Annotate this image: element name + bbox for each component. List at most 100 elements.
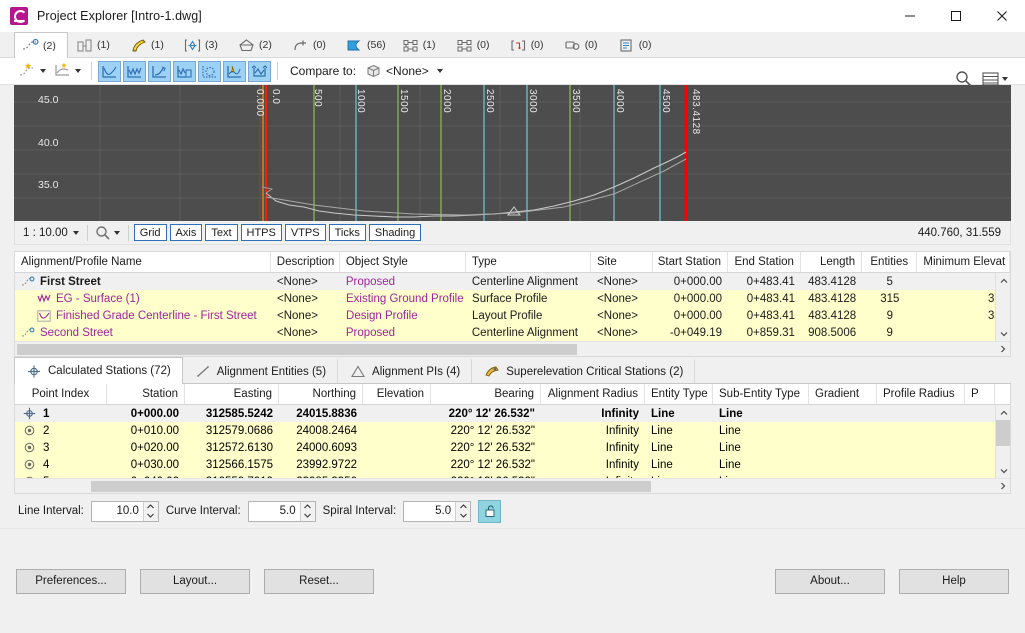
create-alignment-caret-icon[interactable] — [40, 69, 46, 73]
col-northing[interactable]: Northing — [279, 384, 363, 404]
col-description[interactable]: Description — [271, 252, 340, 272]
line-interval-up-icon[interactable] — [144, 502, 158, 512]
chip-vtps[interactable]: VTPS — [284, 224, 326, 241]
chip-htps[interactable]: HTPS — [240, 224, 282, 241]
zoom-caret-icon[interactable] — [113, 230, 120, 235]
col-station[interactable]: Station — [107, 384, 185, 404]
col-alignment-radius[interactable]: Alignment Radius — [541, 384, 645, 404]
col-sub-entity-type[interactable]: Sub-Entity Type — [713, 384, 809, 404]
curve-interval-stepper[interactable] — [299, 501, 315, 521]
alignment-grid-hscrollbar[interactable] — [15, 341, 1010, 356]
hscroll-thumb[interactable] — [91, 480, 651, 492]
table-row[interactable]: First Street <None> Proposed Centerline … — [15, 273, 1010, 290]
tab-feature-lines[interactable]: (0) — [284, 32, 338, 57]
scale-caret-icon[interactable] — [72, 230, 79, 235]
col-bearing[interactable]: Bearing — [431, 384, 541, 404]
hscroll-right-icon[interactable] — [995, 341, 1010, 356]
alignment-grid-vscrollbar[interactable] — [995, 273, 1010, 341]
maximize-button[interactable] — [933, 0, 979, 32]
col-alignment-profile-name[interactable]: Alignment/Profile Name — [15, 252, 271, 272]
table-row[interactable]: 4 0+030.00 312566.1575 23992.9722 220° 1… — [15, 456, 1010, 473]
tab-alignment-pis[interactable]: Alignment PIs (4) — [338, 359, 473, 383]
col-p[interactable]: P — [965, 384, 995, 404]
tab-reports[interactable]: (0) — [610, 32, 664, 57]
col-entity-type[interactable]: Entity Type — [645, 384, 713, 404]
tab-corridors[interactable]: (1) — [122, 32, 176, 57]
spiral-interval-down-icon[interactable] — [456, 511, 470, 521]
line-interval-stepper[interactable] — [142, 501, 158, 521]
close-button[interactable] — [979, 0, 1025, 32]
col-start-station[interactable]: Start Station — [653, 252, 728, 272]
compare-to-caret-icon[interactable] — [436, 69, 443, 73]
show-section-toggle[interactable] — [223, 60, 246, 82]
curve-interval-up-icon[interactable] — [301, 502, 315, 512]
create-profile-caret-icon[interactable] — [75, 69, 81, 73]
create-alignment-button[interactable] — [16, 60, 51, 82]
profile-view[interactable]: 45.0 40.0 35.0 0.000 0.0 500 1000 1500 2… — [14, 85, 1011, 221]
col-type[interactable]: Type — [466, 252, 591, 272]
layout-button[interactable]: Layout... — [140, 568, 250, 594]
scroll-up-icon[interactable] — [996, 405, 1010, 420]
tab-surfaces[interactable]: (56) — [338, 32, 394, 57]
magnifier-icon[interactable] — [95, 225, 111, 241]
vscroll-thumb[interactable] — [996, 420, 1010, 446]
curve-interval-input[interactable]: 5.0 — [247, 500, 316, 522]
tab-superelevation-critical-stations[interactable]: Superelevation Critical Stations (2) — [472, 359, 696, 383]
col-profile-radius[interactable]: Profile Radius — [877, 384, 965, 404]
col-point-index[interactable]: Point Index — [15, 384, 107, 404]
chip-text[interactable]: Text — [205, 224, 238, 241]
lock-interval-button[interactable] — [478, 499, 502, 523]
spiral-interval-stepper[interactable] — [455, 501, 471, 521]
show-profile-view-toggle[interactable] — [98, 60, 121, 82]
detail-grid-hscrollbar[interactable] — [15, 478, 1010, 493]
minimize-button[interactable] — [887, 0, 933, 32]
table-row[interactable]: 5 0+040.00 312559.7019 23985.3350 220° 1… — [15, 473, 1010, 478]
scroll-down-icon[interactable] — [996, 463, 1010, 478]
col-site[interactable]: Site — [591, 252, 654, 272]
line-interval-input[interactable]: 10.0 — [90, 500, 159, 522]
table-row[interactable]: Finished Grade Centerline - First Street… — [15, 307, 1010, 324]
table-row[interactable]: 3 0+020.00 312572.6130 24000.6093 220° 1… — [15, 439, 1010, 456]
col-minimum-elevation[interactable]: Minimum Elevat — [917, 252, 1010, 272]
tab-pipe-networks[interactable]: (1) — [394, 32, 448, 57]
col-gradient[interactable]: Gradient — [809, 384, 877, 404]
table-row[interactable]: 2 0+010.00 312579.0686 24008.2464 220° 1… — [15, 422, 1010, 439]
table-row[interactable]: 1 0+000.00 312585.5242 24015.8836 220° 1… — [15, 405, 1010, 422]
compare-to-combobox[interactable]: <None> — [362, 61, 450, 82]
preferences-button[interactable]: Preferences... — [16, 568, 126, 594]
col-end-station[interactable]: End Station — [728, 252, 801, 272]
tab-alignments[interactable]: (2) — [14, 32, 68, 58]
chip-grid[interactable]: Grid — [133, 224, 167, 241]
table-row[interactable]: Second Street <None> Proposed Centerline… — [15, 324, 1010, 341]
hscroll-thumb[interactable] — [17, 343, 577, 355]
col-length[interactable]: Length — [801, 252, 863, 272]
table-row[interactable]: EG - Surface (1) <None> Existing Ground … — [15, 290, 1010, 307]
show-superelevation-toggle[interactable] — [198, 60, 221, 82]
tab-assemblies[interactable]: (3) — [176, 32, 230, 57]
tab-view-frames[interactable]: (0) — [502, 32, 556, 57]
show-compare-toggle[interactable] — [248, 60, 271, 82]
tab-calculated-stations[interactable]: Calculated Stations (72) — [14, 357, 183, 384]
col-object-style[interactable]: Object Style — [340, 252, 466, 272]
col-elevation[interactable]: Elevation — [363, 384, 431, 404]
spiral-interval-input[interactable]: 5.0 — [403, 500, 472, 522]
detail-grid-vscrollbar[interactable] — [995, 405, 1010, 478]
line-interval-down-icon[interactable] — [144, 511, 158, 521]
chip-ticks[interactable]: Ticks — [328, 224, 366, 241]
spiral-interval-up-icon[interactable] — [456, 502, 470, 512]
about-button[interactable]: About... — [775, 568, 885, 594]
search-icon[interactable] — [955, 70, 972, 87]
hscroll-right-icon[interactable] — [995, 478, 1010, 493]
col-entities[interactable]: Entities — [862, 252, 918, 272]
chip-axis[interactable]: Axis — [169, 224, 203, 241]
reset-button[interactable]: Reset... — [264, 568, 374, 594]
scroll-up-icon[interactable] — [996, 273, 1010, 288]
show-existing-ground-toggle[interactable] — [123, 60, 146, 82]
help-button[interactable]: Help — [899, 568, 1009, 594]
tab-survey[interactable]: (0) — [556, 32, 610, 57]
scroll-down-icon[interactable] — [996, 326, 1010, 341]
tab-sites[interactable]: (1) — [68, 32, 122, 57]
chip-shading[interactable]: Shading — [368, 224, 422, 241]
create-profile-button[interactable] — [51, 60, 86, 82]
show-labels-toggle[interactable] — [173, 60, 196, 82]
